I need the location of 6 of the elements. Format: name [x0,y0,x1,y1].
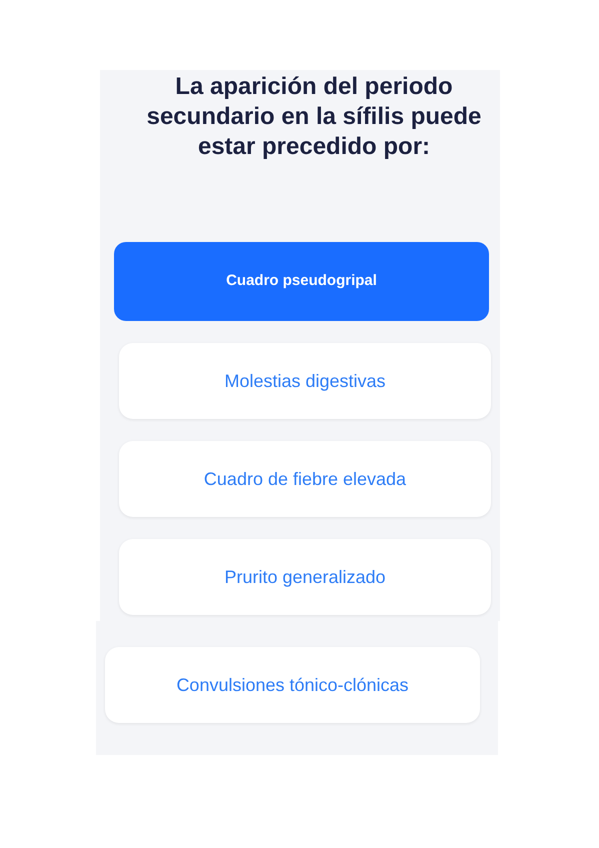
answer-option[interactable]: Convulsiones tónico-clónicas [105,647,480,723]
answer-option[interactable]: Prurito generalizado [119,539,491,615]
question-text: La aparición del periodo secundario en la sífilis puede estar precedido por: [146,72,482,162]
answer-option[interactable]: Cuadro pseudogripal [114,242,489,321]
answer-option[interactable]: Molestias digestivas [119,343,491,419]
answer-option[interactable]: Cuadro de fiebre elevada [119,441,491,517]
